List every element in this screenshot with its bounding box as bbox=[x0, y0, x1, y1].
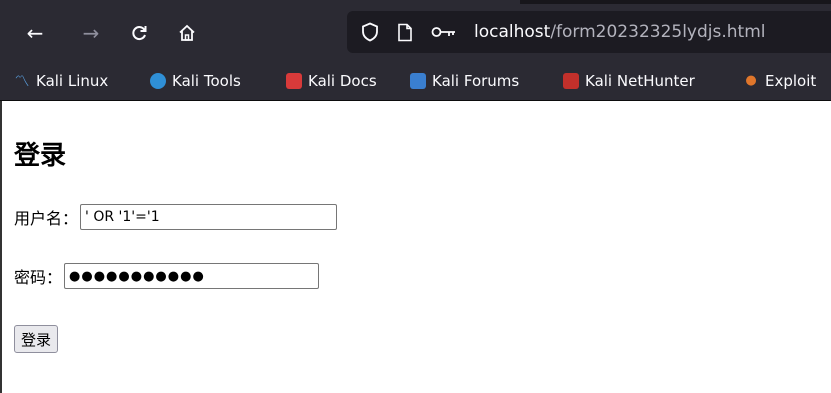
bookmark-kali-nethunter[interactable]: Kali NetHunter bbox=[563, 62, 695, 100]
shield-icon[interactable] bbox=[361, 11, 379, 53]
home-icon[interactable] bbox=[172, 18, 202, 48]
bookmark-kali-forums[interactable]: Kali Forums bbox=[410, 62, 519, 100]
bookmark-kali-linux[interactable]: 〽 Kali Linux bbox=[14, 62, 108, 100]
bookmark-label: Kali Linux bbox=[36, 72, 109, 90]
key-icon[interactable] bbox=[431, 11, 457, 53]
bookmark-label: Kali Forums bbox=[432, 72, 520, 90]
url-bar[interactable]: localhost/form20232325lydjs.html bbox=[347, 11, 831, 53]
kali-nethunter-icon bbox=[563, 73, 579, 89]
kali-forums-icon bbox=[410, 73, 426, 89]
page-content: 登录 用户名： 密码： 登录 bbox=[0, 101, 831, 393]
url-path: /form20232325lydjs.html bbox=[550, 22, 766, 42]
username-row: 用户名： bbox=[14, 204, 338, 230]
exploit-db-icon: ● bbox=[745, 73, 757, 88]
password-input[interactable] bbox=[64, 263, 320, 289]
navigation-toolbar: ← → localhost/form20232325lydjs.html bbox=[0, 4, 831, 62]
bookmark-label: Kali Docs bbox=[308, 72, 377, 90]
bookmark-label: Kali NetHunter bbox=[585, 72, 695, 90]
password-row: 密码： bbox=[14, 263, 320, 289]
back-icon[interactable]: ← bbox=[20, 18, 50, 48]
bookmark-label: Exploit bbox=[765, 72, 817, 90]
bookmark-label: Kali Tools bbox=[172, 72, 241, 90]
url-host: localhost bbox=[474, 22, 551, 42]
kali-dragon-icon: 〽 bbox=[14, 72, 30, 90]
username-label: 用户名： bbox=[14, 209, 79, 228]
reload-icon[interactable] bbox=[124, 18, 154, 48]
bookmark-kali-docs[interactable]: Kali Docs bbox=[286, 62, 377, 100]
page-title: 登录 bbox=[14, 141, 67, 171]
bookmark-exploit[interactable]: ● Exploit bbox=[743, 62, 816, 100]
page-icon[interactable] bbox=[397, 11, 413, 53]
bookmark-kali-tools[interactable]: Kali Tools bbox=[150, 62, 241, 100]
login-button[interactable]: 登录 bbox=[14, 325, 59, 353]
kali-docs-icon bbox=[286, 73, 302, 89]
forward-icon[interactable]: → bbox=[76, 18, 106, 48]
password-label: 密码： bbox=[14, 268, 63, 287]
bookmarks-toolbar: 〽 Kali Linux Kali Tools Kali Docs Kali F… bbox=[0, 62, 831, 100]
url-text[interactable]: localhost/form20232325lydjs.html bbox=[474, 11, 766, 53]
kali-tools-icon bbox=[150, 73, 166, 89]
username-input[interactable] bbox=[80, 204, 338, 230]
